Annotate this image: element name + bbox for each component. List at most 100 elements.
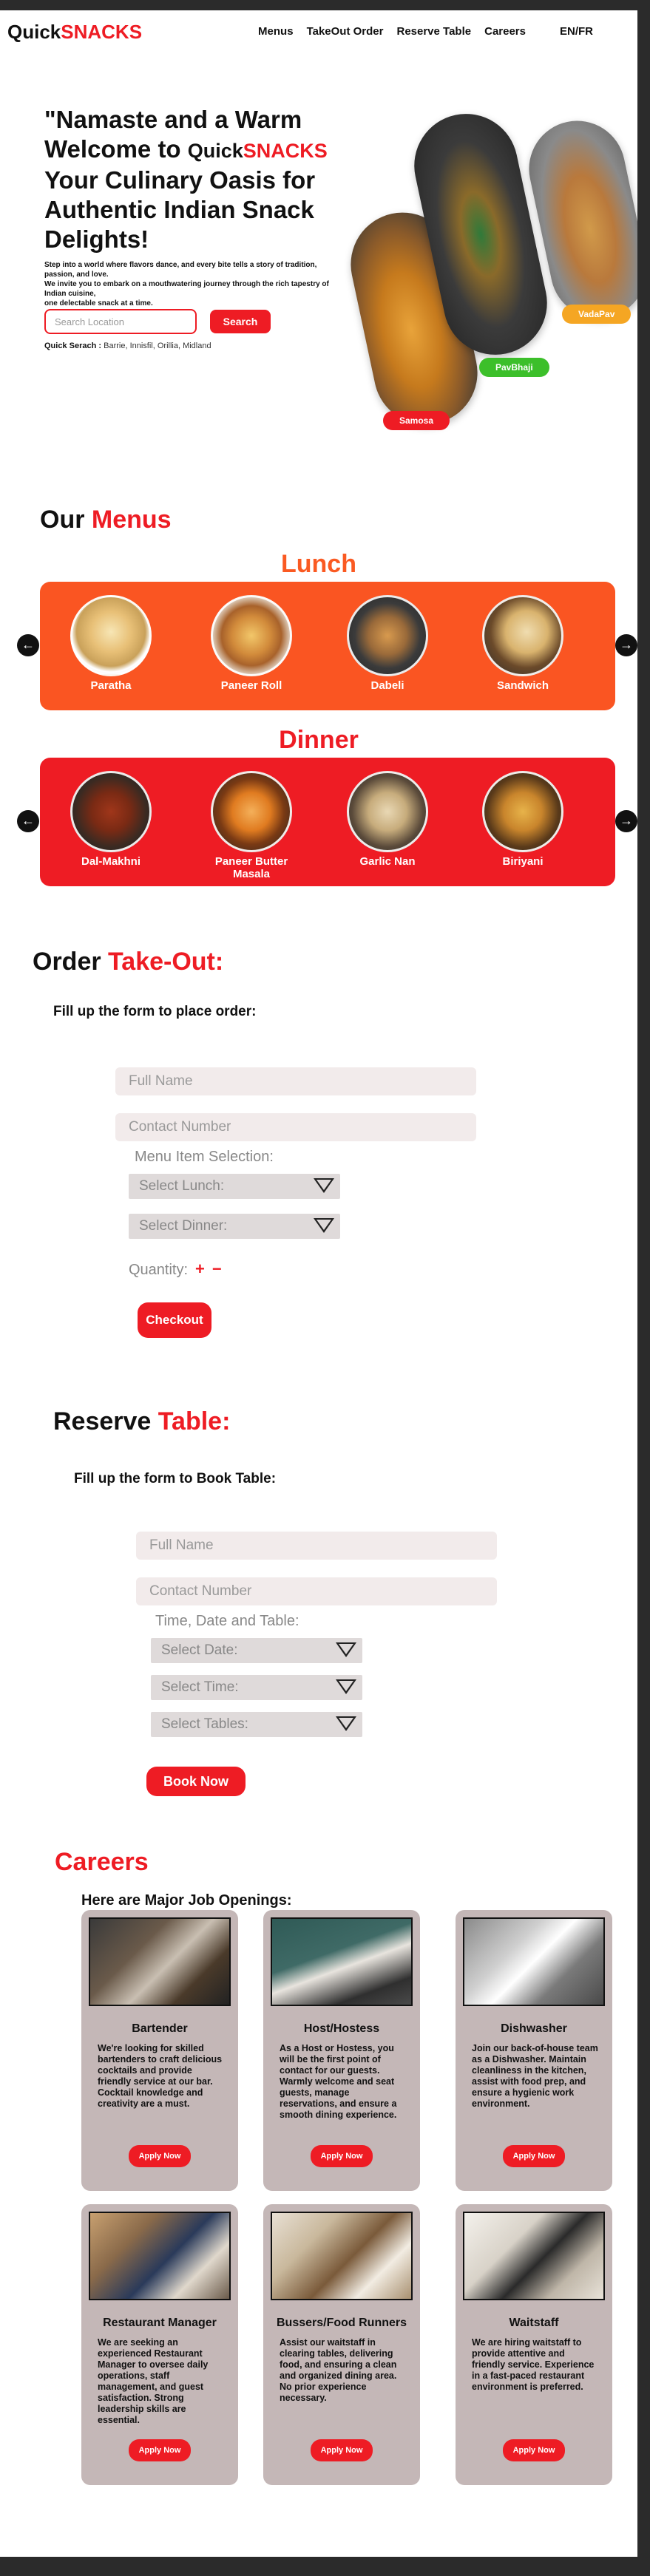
lunch-prev-arrow-icon[interactable]: ← bbox=[17, 634, 39, 656]
triangle-down-icon bbox=[314, 1218, 334, 1233]
page: QuickSNACKS Menus TakeOut Order Reserve … bbox=[0, 10, 637, 2557]
tag-samosa[interactable]: Samosa bbox=[383, 411, 450, 430]
job-card: Host/Hostess As a Host or Hostess, you w… bbox=[263, 1910, 420, 2191]
quantity-label: Quantity: bbox=[129, 1262, 189, 1278]
order-contact-field[interactable] bbox=[115, 1113, 476, 1141]
apply-now-button[interactable]: Apply Now bbox=[311, 2439, 373, 2461]
nav-takeout-order[interactable]: TakeOut Order bbox=[307, 25, 384, 38]
reserve-title: Reserve Table: bbox=[53, 1407, 230, 1436]
select-time-label: Select Time: bbox=[161, 1679, 239, 1695]
select-tables-dropdown[interactable]: Select Tables: bbox=[151, 1712, 362, 1737]
dish-card[interactable]: Paratha bbox=[55, 595, 166, 692]
triangle-down-icon bbox=[314, 1178, 334, 1193]
quantity-control: Quantity: + − bbox=[129, 1260, 222, 1279]
search-button[interactable]: Search bbox=[210, 310, 271, 333]
dabeli-image bbox=[347, 595, 428, 676]
select-lunch-label: Select Lunch: bbox=[139, 1178, 225, 1194]
dish-card[interactable]: Paneer Butter Masala bbox=[196, 771, 307, 880]
time-date-table-label: Time, Date and Table: bbox=[155, 1613, 299, 1629]
biriyani-image bbox=[482, 771, 563, 852]
dish-name: Biriyani bbox=[502, 855, 544, 868]
job-title: Restaurant Manager bbox=[103, 2317, 217, 2329]
dinner-title: Dinner bbox=[279, 726, 359, 754]
checkout-button[interactable]: Checkout bbox=[138, 1302, 211, 1338]
job-title: Bartender bbox=[132, 2022, 188, 2035]
dinner-prev-arrow-icon[interactable]: ← bbox=[17, 810, 39, 832]
tag-pavbhaji[interactable]: PavBhaji bbox=[479, 358, 549, 377]
hero-desc-1: Step into a world where flavors dance, a… bbox=[44, 261, 317, 279]
job-card: Dishwasher Join our back-of-house team a… bbox=[456, 1910, 612, 2191]
dish-name: Garlic Nan bbox=[359, 855, 416, 868]
hero-desc-2: We invite you to embark on a mouthwateri… bbox=[44, 280, 329, 298]
dish-card[interactable]: Dal-Makhni bbox=[55, 771, 166, 868]
dinner-carousel: Dal-Makhni Paneer Butter Masala Garlic N… bbox=[40, 758, 615, 886]
job-card: Waitstaff We are hiring waitstaff to pro… bbox=[456, 2204, 612, 2485]
hero-brand-accent: SNACKS bbox=[243, 140, 328, 162]
apply-now-button[interactable]: Apply Now bbox=[311, 2145, 373, 2167]
sandwich-image bbox=[482, 595, 563, 676]
lunch-title: Lunch bbox=[281, 550, 356, 578]
reserve-contact-field[interactable] bbox=[136, 1577, 497, 1605]
apply-now-button[interactable]: Apply Now bbox=[503, 2145, 565, 2167]
hero-title: "Namaste and a Warm Welcome to QuickSNAC… bbox=[44, 105, 370, 254]
restaurant-manager-photo bbox=[89, 2212, 231, 2300]
select-lunch-dropdown[interactable]: Select Lunch: bbox=[129, 1174, 340, 1199]
lunch-next-arrow-icon[interactable]: → bbox=[615, 634, 637, 656]
triangle-down-icon bbox=[336, 1642, 356, 1657]
nav-careers[interactable]: Careers bbox=[484, 25, 526, 38]
dish-card[interactable]: Sandwich bbox=[467, 595, 578, 692]
quick-search-values[interactable]: Barrie, Innisfil, Orillia, Midland bbox=[104, 341, 211, 350]
menus-title: Our Menus bbox=[40, 506, 172, 534]
search-location-input[interactable] bbox=[44, 309, 197, 334]
bussers-food-runners-photo bbox=[271, 2212, 413, 2300]
job-description: Assist our waitstaff in clearing tables,… bbox=[280, 2337, 397, 2403]
job-description: We're looking for skilled bartenders to … bbox=[98, 2043, 223, 2109]
book-now-button[interactable]: Book Now bbox=[146, 1767, 246, 1796]
job-title: Dishwasher bbox=[501, 2022, 567, 2035]
dish-name: Paratha bbox=[90, 679, 132, 692]
select-dinner-dropdown[interactable]: Select Dinner: bbox=[129, 1214, 340, 1239]
menus-title-prefix: Our bbox=[40, 506, 85, 534]
dish-card[interactable]: Garlic Nan bbox=[332, 771, 443, 868]
reserve-form-heading: Fill up the form to Book Table: bbox=[74, 1471, 277, 1486]
order-title-accent: Take-Out: bbox=[108, 948, 224, 976]
logo[interactable]: QuickSNACKS bbox=[7, 21, 142, 44]
dish-card[interactable]: Biriyani bbox=[467, 771, 578, 868]
waitstaff-photo bbox=[463, 2212, 605, 2300]
hero-desc-3: one delectable snack at a time. bbox=[44, 299, 153, 307]
job-description: As a Host or Hostess, you will be the fi… bbox=[280, 2043, 397, 2120]
search-row: Search bbox=[44, 309, 271, 334]
quantity-plus-icon[interactable]: + bbox=[195, 1260, 205, 1278]
apply-now-button[interactable]: Apply Now bbox=[129, 2145, 191, 2167]
tag-vadapav[interactable]: VadaPav bbox=[562, 305, 632, 324]
job-description: We are hiring waitstaff to provide atten… bbox=[472, 2337, 595, 2392]
reserve-full-name-field[interactable] bbox=[136, 1532, 497, 1560]
logo-accent: SNACKS bbox=[61, 21, 143, 43]
garlic-nan-image bbox=[347, 771, 428, 852]
apply-now-button[interactable]: Apply Now bbox=[129, 2439, 191, 2461]
dishwasher-photo bbox=[463, 1917, 605, 2006]
dal-makhni-image bbox=[70, 771, 152, 852]
select-time-dropdown[interactable]: Select Time: bbox=[151, 1675, 362, 1700]
dinner-next-arrow-icon[interactable]: → bbox=[615, 810, 637, 832]
hero-description: Step into a world where flavors dance, a… bbox=[44, 260, 340, 308]
dish-card[interactable]: Dabeli bbox=[332, 595, 443, 692]
hero-brand-prefix: Quick bbox=[187, 140, 243, 162]
language-toggle[interactable]: EN/FR bbox=[560, 25, 593, 38]
job-card: Bussers/Food Runners Assist our waitstaf… bbox=[263, 2204, 420, 2485]
select-date-dropdown[interactable]: Select Date: bbox=[151, 1638, 362, 1663]
order-form-heading: Fill up the form to place order: bbox=[53, 1004, 257, 1019]
quantity-minus-icon[interactable]: − bbox=[212, 1260, 222, 1278]
dish-name: Sandwich bbox=[496, 679, 549, 692]
paratha-image bbox=[70, 595, 152, 676]
dish-card[interactable]: Paneer Roll bbox=[196, 595, 307, 692]
hero-brand: QuickSNACKS bbox=[188, 140, 328, 162]
nav-reserve-table[interactable]: Reserve Table bbox=[396, 25, 471, 38]
apply-now-button[interactable]: Apply Now bbox=[503, 2439, 565, 2461]
logo-prefix: Quick bbox=[7, 21, 61, 43]
host-hostess-photo bbox=[271, 1917, 413, 2006]
order-full-name-field[interactable] bbox=[115, 1067, 476, 1095]
job-card: Restaurant Manager We are seeking an exp… bbox=[81, 2204, 238, 2485]
nav-menus[interactable]: Menus bbox=[258, 25, 294, 38]
dish-name: Paneer Butter Masala bbox=[214, 855, 288, 880]
